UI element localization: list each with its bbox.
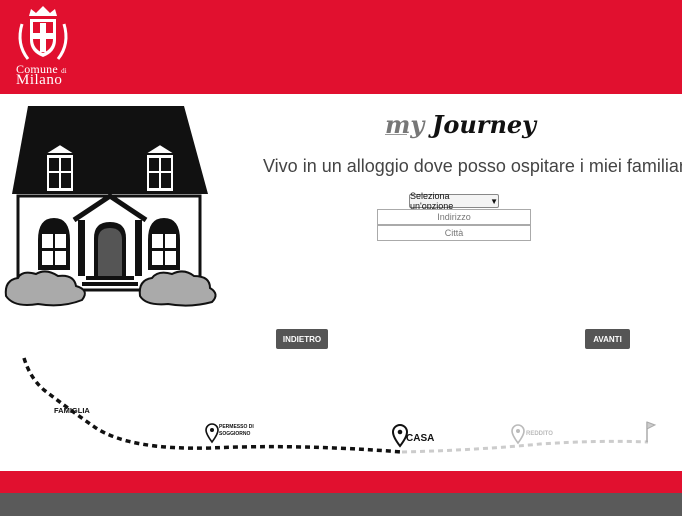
step-famiglia-label: FAMIGLIA [54, 406, 90, 415]
map-pin-icon[interactable] [205, 423, 219, 444]
question-text: Vivo in un alloggio dove posso ospitare … [263, 156, 682, 176]
step-casa-label: CASA [406, 433, 434, 444]
back-button[interactable]: INDIETRO [276, 329, 328, 349]
dropdown-arrow-icon: ▼ [490, 196, 498, 206]
next-button[interactable]: AVANTI [585, 329, 630, 349]
page-title: my Journey [385, 110, 537, 139]
header-bar: Comune di Milano [0, 0, 682, 94]
house-illustration [4, 106, 217, 307]
finish-flag-icon[interactable] [646, 421, 657, 442]
city-field[interactable]: Città [377, 225, 531, 241]
map-pin-icon[interactable] [391, 424, 409, 448]
footer-red-bar [0, 471, 682, 493]
select-value: Seleziona un'opzione [410, 191, 454, 211]
title-underline [385, 134, 407, 135]
option-select[interactable]: Seleziona un'opzione ▼ [409, 191, 499, 211]
step-permesso-label-1: PERMESSO DI [219, 424, 254, 430]
address-field[interactable]: Indirizzo [377, 209, 531, 225]
map-pin-icon[interactable] [511, 424, 525, 445]
step-permesso-label-2: SOGGIORNO [219, 431, 251, 437]
footer-grey-bar [0, 493, 682, 516]
step-reddito-label: REDDITO [526, 431, 553, 437]
journey-path-todo [401, 439, 649, 454]
logo-text-milano: Milano [16, 72, 63, 88]
journey-path: FAMIGLIA PERMESSO DI SOGGIORNO CASA REDD… [22, 357, 657, 454]
